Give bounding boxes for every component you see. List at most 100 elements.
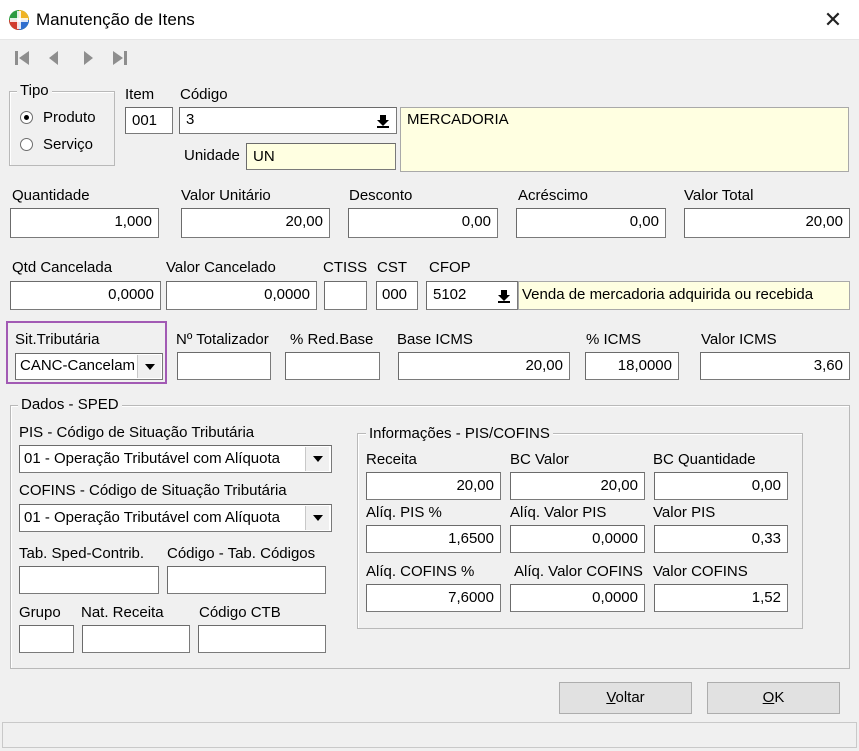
bc-quantidade-label: BC Quantidade bbox=[653, 451, 756, 468]
pis-cst-value: 01 - Operação Tributável com Alíquota bbox=[24, 450, 280, 467]
aliq-cofins-field[interactable]: 7,6000 bbox=[366, 584, 501, 612]
perc-icms-label: % ICMS bbox=[586, 331, 642, 348]
valor-cofins-label: Valor COFINS bbox=[653, 563, 748, 580]
cfop-label: CFOP bbox=[429, 259, 471, 276]
tab-sped-field[interactable] bbox=[19, 566, 159, 594]
receita-label: Receita bbox=[366, 451, 417, 468]
bc-valor-label: BC Valor bbox=[510, 451, 569, 468]
valor-total-field[interactable]: 20,00 bbox=[684, 208, 850, 238]
cst-label: CST bbox=[377, 259, 407, 276]
aliq-valor-cofins-label: Alíq. Valor COFINS bbox=[514, 563, 643, 580]
n-totalizador-field[interactable] bbox=[177, 352, 271, 380]
cfop-dropdown-icon[interactable] bbox=[493, 284, 515, 307]
valor-unitario-field[interactable]: 20,00 bbox=[181, 208, 330, 238]
cfop-value: 5102 bbox=[433, 286, 467, 303]
red-base-field[interactable] bbox=[285, 352, 380, 380]
tab-codigos-label: Código - Tab. Códigos bbox=[167, 545, 316, 562]
cofins-cst-dropdown-icon[interactable] bbox=[305, 506, 329, 530]
quantidade-label: Quantidade bbox=[12, 187, 90, 204]
item-label: Item bbox=[125, 86, 155, 103]
voltar-button[interactable]: Voltar bbox=[559, 682, 692, 714]
qtd-cancelada-field[interactable]: 0,0000 bbox=[10, 281, 161, 310]
desconto-field[interactable]: 0,00 bbox=[348, 208, 498, 238]
cofins-cst-combobox[interactable]: 01 - Operação Tributável com Alíquota bbox=[19, 504, 332, 532]
codigo-ctb-label: Código CTB bbox=[199, 604, 281, 621]
pis-cst-combobox[interactable]: 01 - Operação Tributável com Alíquota bbox=[19, 445, 332, 473]
info-pis-cofins-title: Informações - PIS/COFINS bbox=[366, 425, 553, 442]
sit-tributaria-dropdown-icon[interactable] bbox=[137, 355, 161, 378]
bc-quantidade-field[interactable]: 0,00 bbox=[654, 472, 788, 500]
nat-receita-field[interactable] bbox=[82, 625, 190, 653]
cfop-description-field[interactable]: Venda de mercadoria adquirida ou recebid… bbox=[518, 281, 850, 310]
first-record-icon[interactable] bbox=[12, 48, 32, 68]
ctiss-field[interactable] bbox=[324, 281, 367, 310]
n-totalizador-label: Nº Totalizador bbox=[176, 331, 269, 348]
cofins-cst-value: 01 - Operação Tributável com Alíquota bbox=[24, 509, 280, 526]
aliq-valor-pis-label: Alíq. Valor PIS bbox=[510, 504, 607, 521]
last-record-icon[interactable] bbox=[110, 48, 130, 68]
cofins-cst-label: COFINS - Código de Situação Tributária bbox=[19, 482, 287, 499]
app-logo-icon bbox=[9, 10, 29, 30]
codigo-ctb-field[interactable] bbox=[198, 625, 326, 653]
tab-sped-label: Tab. Sped-Contrib. bbox=[19, 545, 145, 562]
aliq-valor-cofins-field[interactable]: 0,0000 bbox=[510, 584, 645, 612]
aliq-pis-field[interactable]: 1,6500 bbox=[366, 525, 501, 553]
base-icms-field[interactable]: 20,00 bbox=[398, 352, 570, 380]
codigo-label: Código bbox=[180, 86, 228, 103]
valor-icms-field[interactable]: 3,60 bbox=[700, 352, 850, 380]
quantidade-field[interactable]: 1,000 bbox=[10, 208, 159, 238]
receita-field[interactable]: 20,00 bbox=[366, 472, 501, 500]
valor-pis-field[interactable]: 0,33 bbox=[654, 525, 788, 553]
aliq-pis-label: Alíq. PIS % bbox=[366, 504, 442, 521]
nat-receita-label: Nat. Receita bbox=[81, 604, 164, 621]
grupo-field[interactable] bbox=[19, 625, 74, 653]
next-record-icon[interactable] bbox=[78, 48, 98, 68]
codigo-dropdown-icon[interactable] bbox=[372, 109, 394, 132]
perc-icms-field[interactable]: 18,0000 bbox=[585, 352, 679, 380]
sit-tributaria-label: Sit.Tributária bbox=[15, 331, 100, 348]
descricao-field[interactable]: MERCADORIA bbox=[400, 107, 849, 172]
valor-cofins-field[interactable]: 1,52 bbox=[654, 584, 788, 612]
window-title: Manutenção de Itens bbox=[36, 10, 195, 29]
pis-cst-label: PIS - Código de Situação Tributária bbox=[19, 424, 255, 441]
base-icms-label: Base ICMS bbox=[397, 331, 473, 348]
desconto-label: Desconto bbox=[349, 187, 413, 204]
unidade-field[interactable]: UN bbox=[246, 143, 396, 170]
codigo-value: 3 bbox=[186, 111, 195, 128]
sit-tributaria-value: CANC-Cancelam bbox=[20, 357, 136, 374]
ok-button[interactable]: OK bbox=[707, 682, 840, 714]
ctiss-label: CTISS bbox=[323, 259, 368, 276]
acrescimo-label: Acréscimo bbox=[518, 187, 589, 204]
valor-icms-label: Valor ICMS bbox=[701, 331, 777, 348]
previous-record-icon[interactable] bbox=[44, 48, 64, 68]
dados-sped-title: Dados - SPED bbox=[18, 396, 122, 413]
produto-label: Produto bbox=[43, 109, 96, 126]
produto-radio[interactable] bbox=[20, 111, 33, 124]
red-base-label: % Red.Base bbox=[290, 331, 374, 348]
valor-cancelado-field[interactable]: 0,0000 bbox=[166, 281, 317, 310]
ok-mnemonic: O bbox=[762, 689, 775, 706]
valor-cancelado-label: Valor Cancelado bbox=[166, 259, 276, 276]
tipo-group bbox=[9, 91, 115, 166]
ok-label: K bbox=[774, 689, 785, 706]
voltar-mnemonic: V bbox=[606, 689, 616, 706]
codigo-combobox[interactable]: 3 bbox=[179, 107, 397, 134]
servico-radio[interactable] bbox=[20, 138, 33, 151]
tab-codigos-field[interactable] bbox=[167, 566, 326, 594]
servico-label: Serviço bbox=[43, 136, 94, 153]
unidade-label: Unidade bbox=[184, 147, 240, 164]
grupo-label: Grupo bbox=[19, 604, 61, 621]
voltar-label: oltar bbox=[615, 689, 645, 706]
aliq-valor-pis-field[interactable]: 0,0000 bbox=[510, 525, 645, 553]
aliq-cofins-label: Alíq. COFINS % bbox=[366, 563, 475, 580]
item-field[interactable]: 001 bbox=[125, 107, 173, 134]
valor-unitario-label: Valor Unitário bbox=[181, 187, 271, 204]
valor-total-label: Valor Total bbox=[684, 187, 754, 204]
pis-cst-dropdown-icon[interactable] bbox=[305, 447, 329, 471]
acrescimo-field[interactable]: 0,00 bbox=[516, 208, 666, 238]
tipo-group-title: Tipo bbox=[17, 82, 52, 99]
bc-valor-field[interactable]: 20,00 bbox=[510, 472, 645, 500]
status-bar bbox=[2, 722, 857, 748]
close-icon[interactable]: ✕ bbox=[818, 6, 848, 34]
cst-field[interactable]: 000 bbox=[376, 281, 418, 310]
